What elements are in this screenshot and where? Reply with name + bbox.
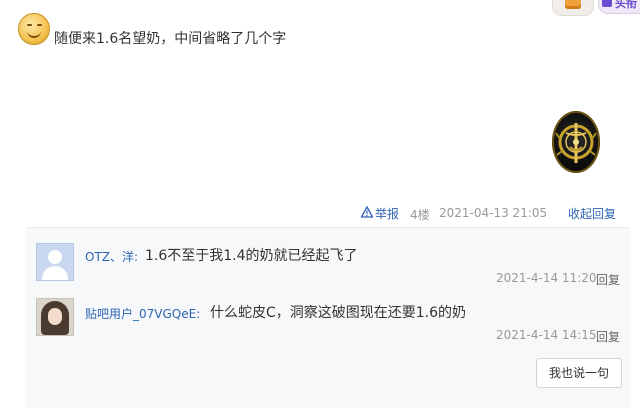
reply-text: 1.6不至于我1.4的奶就已经起飞了 — [145, 248, 358, 264]
reply-date: 2021-4-14 14:15 — [496, 328, 597, 342]
badge-icon — [602, 0, 612, 7]
reply-button[interactable]: 回复 — [596, 328, 620, 345]
reply-text: 什么蛇皮C，洞察这破图现在还要1.6的奶 — [210, 305, 467, 321]
reply-date: 2021-4-14 11:20 — [496, 271, 597, 285]
title-badge[interactable]: 头衔 — [598, 0, 640, 14]
add-reply-button[interactable]: 我也说一句 — [536, 358, 622, 388]
signature-emblem-icon — [552, 111, 600, 173]
title-badge-text: 头衔 — [615, 0, 637, 10]
avatar[interactable] — [36, 243, 74, 281]
avatar[interactable] — [36, 298, 74, 336]
collapse-replies-link[interactable]: 收起回复 — [568, 205, 616, 222]
report-link[interactable]: 举报 — [375, 205, 399, 222]
reply-username[interactable]: OTZ、洋: — [85, 248, 138, 265]
reply-username[interactable]: 贴吧用户_07VGQeE: — [85, 305, 200, 322]
smile-emoji-icon — [18, 13, 50, 45]
user-badge-icon[interactable] — [552, 0, 594, 16]
post-date: 2021-04-13 21:05 — [439, 206, 548, 220]
floor-number: 4楼 — [410, 208, 430, 222]
gift-icon — [565, 0, 581, 9]
warning-icon — [361, 206, 373, 218]
reply-button[interactable]: 回复 — [596, 271, 620, 288]
post-content: 随便来1.6名望奶，中间省略了几个字 — [54, 31, 287, 47]
